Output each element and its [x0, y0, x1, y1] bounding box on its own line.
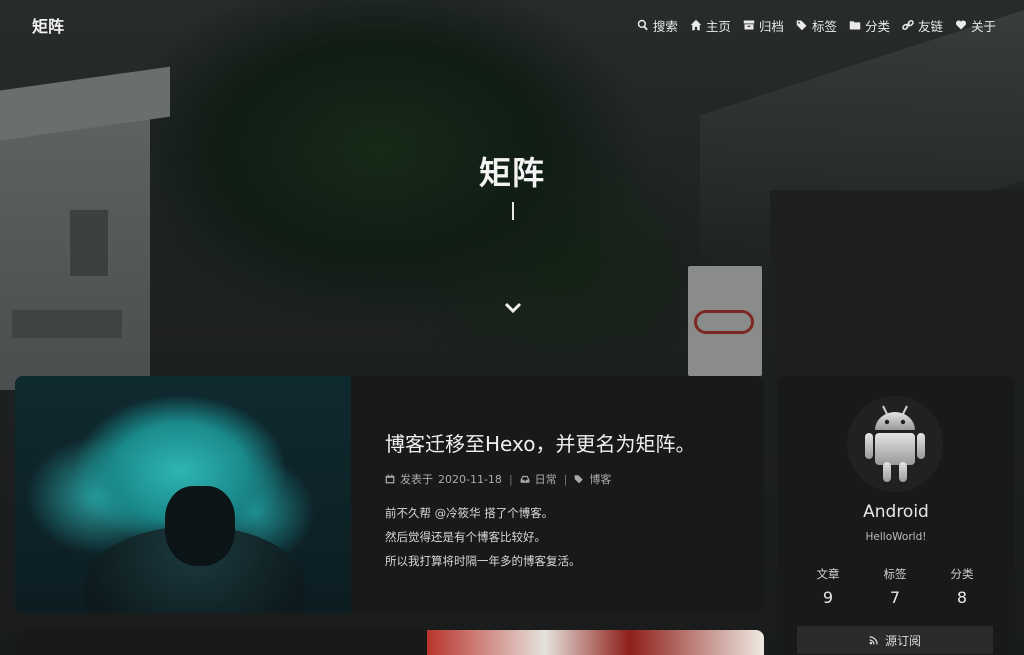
- archive-icon: [743, 20, 755, 30]
- android-robot-icon: [865, 405, 925, 482]
- post-date-prefix: 发表于: [400, 473, 433, 486]
- excerpt-line: 所以我打算将时隔一年多的博客复活。: [385, 554, 581, 568]
- post-card: 博客迁移至Hexo，并更名为矩阵。 发表于 2020-11-18 | 日常 | …: [15, 376, 764, 613]
- nav-item-tags[interactable]: 标签: [796, 16, 837, 35]
- typing-cursor: [512, 202, 514, 220]
- nav-item-label: 归档: [758, 18, 784, 34]
- rss-subscribe-button[interactable]: 源订阅: [797, 626, 993, 654]
- post-card-next[interactable]: [15, 630, 764, 655]
- chevron-down-icon: [504, 302, 522, 314]
- nav-item-label: 友链: [917, 18, 943, 34]
- author-description: HelloWorld!: [865, 531, 927, 543]
- nav-item-label: 关于: [970, 18, 996, 34]
- heart-icon: [955, 20, 967, 30]
- tags-icon: [796, 20, 807, 31]
- nav-item-label: 分类: [864, 18, 890, 34]
- folder-icon: [849, 21, 861, 30]
- avatar[interactable]: [847, 396, 943, 492]
- post-meta: 发表于 2020-11-18 | 日常 | 博客: [385, 471, 730, 487]
- nav-item-home[interactable]: 主页: [690, 16, 731, 35]
- stat-tags[interactable]: 标签 7: [862, 566, 928, 607]
- home-icon: [690, 19, 702, 31]
- stat-label: 分类: [950, 567, 974, 581]
- post-category-link[interactable]: 日常: [535, 471, 557, 487]
- stat-value: 8: [956, 588, 968, 607]
- rss-icon: [869, 636, 878, 645]
- post-tag-link[interactable]: 博客: [589, 471, 611, 487]
- post-content: 博客迁移至Hexo，并更名为矩阵。 发表于 2020-11-18 | 日常 | …: [351, 376, 764, 613]
- nav-item-label: 主页: [705, 18, 731, 34]
- nav-item-label: 标签: [811, 18, 837, 34]
- scroll-down-button[interactable]: [503, 300, 523, 314]
- post-date: 2020-11-18: [438, 472, 502, 486]
- link-icon: [902, 19, 914, 31]
- stat-value: 7: [889, 588, 901, 607]
- stat-categories[interactable]: 分类 8: [929, 566, 995, 607]
- stat-articles[interactable]: 文章 9: [795, 566, 861, 607]
- tag-icon: [575, 475, 584, 484]
- rss-button-label: 源订阅: [884, 633, 921, 648]
- nav-item-about[interactable]: 关于: [955, 16, 996, 35]
- nav-item-archive[interactable]: 归档: [743, 16, 784, 35]
- excerpt-line: 前不久帮 @冷筱华 搭了个博客。: [385, 506, 554, 520]
- stat-value: 9: [822, 588, 834, 607]
- site-brand[interactable]: 矩阵: [32, 13, 64, 37]
- nav-item-links[interactable]: 友链: [902, 16, 943, 35]
- stat-label: 标签: [883, 567, 907, 581]
- stat-label: 文章: [816, 567, 840, 581]
- hero-site-title: 矩阵: [478, 154, 545, 192]
- excerpt-line: 然后觉得还是有个博客比较好。: [385, 530, 546, 544]
- nav-menu: 搜索 主页 归档 标签 分类 友链 关于: [637, 16, 996, 35]
- post-cover-image[interactable]: [15, 376, 351, 613]
- meta-separator: |: [563, 472, 568, 486]
- meta-separator: |: [508, 472, 513, 486]
- nav-item-categories[interactable]: 分类: [849, 16, 890, 35]
- nav-item-search[interactable]: 搜索: [637, 16, 678, 35]
- post-title[interactable]: 博客迁移至Hexo，并更名为矩阵。: [385, 428, 730, 457]
- post-excerpt: 前不久帮 @冷筱华 搭了个博客。 然后觉得还是有个博客比较好。 所以我打算将时隔…: [385, 501, 730, 573]
- search-icon: [637, 19, 648, 31]
- nav-item-label: 搜索: [652, 18, 678, 34]
- calendar-icon: [385, 474, 395, 484]
- author-stats: 文章 9 标签 7 分类 8: [795, 566, 995, 607]
- author-info-card: Android HelloWorld! 文章 9 标签 7 分类 8 源订阅: [777, 376, 1015, 655]
- top-navbar: 矩阵 搜索 主页 归档 标签 分类 友链 关于: [0, 0, 1024, 50]
- inbox-icon: [520, 475, 530, 483]
- post-cover-image-next[interactable]: [427, 630, 764, 655]
- author-name: Android: [863, 502, 929, 522]
